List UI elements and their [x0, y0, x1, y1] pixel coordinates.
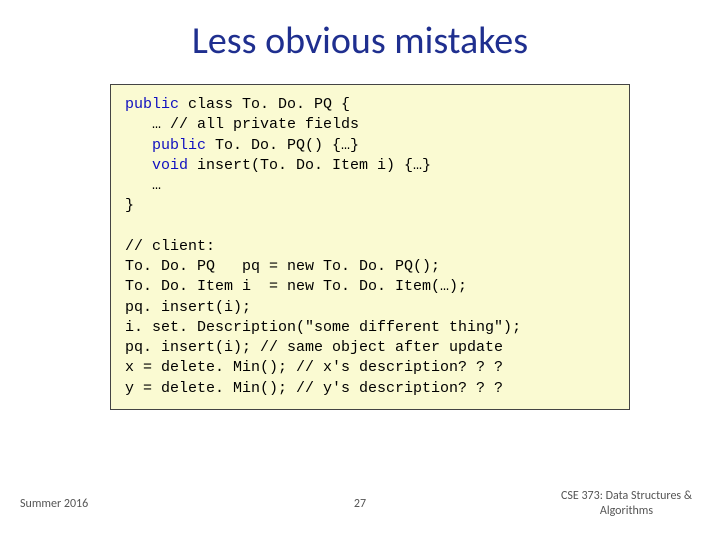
code-text: insert(To. Do. Item i) {…}: [188, 157, 431, 174]
code-text: class: [179, 96, 242, 113]
slide-number: 27: [354, 497, 366, 511]
footer-right: CSE 373: Data Structures & Algorithms: [561, 489, 692, 518]
code-block: public class To. Do. PQ { … // all priva…: [110, 84, 630, 410]
course-name-line2: Algorithms: [561, 504, 692, 518]
code-text: pq. insert(i); // same object after upda…: [125, 339, 503, 356]
code-text: To. Do. PQ: [242, 96, 332, 113]
code-text: pq. insert(i);: [125, 299, 251, 316]
code-text: // client:: [125, 238, 215, 255]
code-text: To. Do. PQ() {…}: [206, 137, 359, 154]
code-keyword: public: [125, 137, 206, 154]
code-text: To. Do. PQ pq = new To. Do. PQ();: [125, 258, 440, 275]
slide-title: Less obvious mistakes: [0, 0, 720, 74]
footer: Summer 2016 27 CSE 373: Data Structures …: [0, 489, 720, 518]
code-text: y = delete. Min(); // y's description? ?…: [125, 380, 503, 397]
code-text: …: [125, 177, 161, 194]
code-text: x = delete. Min(); // x's description? ?…: [125, 359, 503, 376]
footer-left: Summer 2016: [20, 497, 88, 511]
code-text: {: [332, 96, 350, 113]
code-text: }: [125, 197, 134, 214]
code-text: … // all private fields: [125, 116, 359, 133]
code-text: i. set. Description("some different thin…: [125, 319, 521, 336]
code-keyword: void: [125, 157, 188, 174]
code-keyword: public: [125, 96, 179, 113]
course-name-line1: CSE 373: Data Structures &: [561, 489, 692, 503]
code-text: To. Do. Item i = new To. Do. Item(…);: [125, 278, 467, 295]
